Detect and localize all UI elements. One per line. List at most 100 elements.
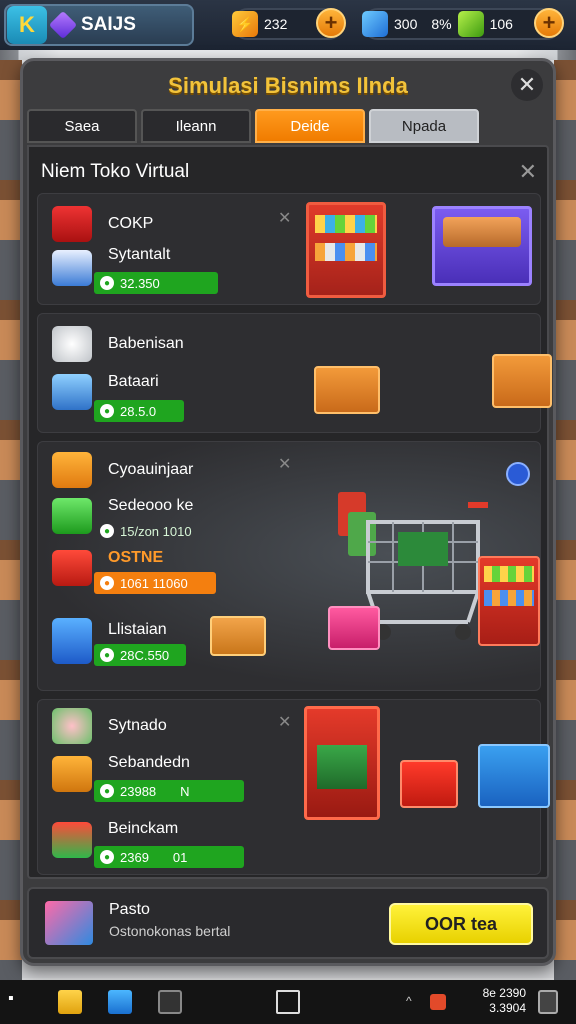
chevron-up-icon[interactable]: ^ xyxy=(406,994,420,1018)
blue-gems-value: 300 xyxy=(394,16,418,32)
list-item[interactable]: Sytnado xyxy=(52,708,167,744)
coin-icon: ● xyxy=(100,784,114,798)
remove-icon[interactable]: ✕ xyxy=(278,712,291,732)
dialog-title: Simulasi Bisnims Ilnda xyxy=(168,73,408,98)
add-gems-button[interactable]: + xyxy=(534,8,564,38)
battery-pack-icon xyxy=(52,374,92,410)
game-logo-icon: K xyxy=(7,6,47,44)
taskbar: ▪ ^ 8e 2390 3.3904 xyxy=(0,980,576,1024)
file-explorer-icon[interactable] xyxy=(58,990,82,1014)
tools-icon xyxy=(52,822,92,858)
price-value: 28.5.0 xyxy=(120,403,157,419)
red-bin-art xyxy=(400,760,458,808)
info-icon[interactable] xyxy=(506,462,530,486)
gift-box-icon xyxy=(45,901,93,945)
flower-tray-icon xyxy=(52,708,92,744)
store-card-2[interactable]: Babenisan Bataari ● 28.5.0 xyxy=(37,313,552,433)
close-icon[interactable]: ✕ xyxy=(511,69,543,101)
price-badge: ● 15/zon 1010 xyxy=(94,520,224,542)
store-icon[interactable] xyxy=(158,990,182,1014)
cotton-icon xyxy=(52,326,92,362)
red-shelf-art xyxy=(306,202,386,298)
vending-machine-art xyxy=(304,706,380,820)
footer-subtitle: Ostonokonas bertal xyxy=(109,923,231,939)
coins-counter: ⚡ 232 + xyxy=(232,8,346,40)
store-card-3[interactable]: Cyoauinjaar ✕ Sedeooo ke ● 15/zon 1010 OS… xyxy=(37,441,541,691)
price-extra: N xyxy=(180,783,190,799)
produce-crate-art xyxy=(210,616,266,656)
blue-cube-icon xyxy=(362,11,388,37)
coins-value: 232 xyxy=(264,16,288,32)
orange-box-icon xyxy=(52,452,92,488)
coin-icon: ⚡ xyxy=(232,11,258,37)
green-gems-value: 106 xyxy=(489,16,513,32)
item-label: Llistaian xyxy=(108,621,167,638)
blue-basket-art xyxy=(478,744,550,808)
list-item[interactable]: Cyoauinjaar xyxy=(52,452,193,488)
red-chest-icon xyxy=(52,550,92,586)
tab-deide[interactable]: Deide xyxy=(255,109,365,143)
tab-saea[interactable]: Saea xyxy=(27,109,137,143)
item-label: Sytantalt xyxy=(108,246,171,263)
coin-icon: ● xyxy=(100,850,114,864)
notification-icon[interactable] xyxy=(538,990,558,1014)
item-label: Babenisan xyxy=(108,335,184,352)
panel-title: Niem Toko Virtual xyxy=(41,161,190,182)
coin-icon: ● xyxy=(100,404,114,418)
gems-counter: 300 8% 106 + xyxy=(362,8,564,40)
coin-icon: ● xyxy=(100,276,114,290)
list-item[interactable]: Babenisan xyxy=(52,326,184,362)
store-card-4[interactable]: Sytnado ✕ Sebandedn ● 23988 N Beinckam ● 2… xyxy=(37,699,550,875)
price-badge: ● 28C.550 xyxy=(94,644,186,666)
price-badge: ● 2369 01 xyxy=(94,846,244,868)
tray-app-icon[interactable] xyxy=(430,994,446,1010)
list-item[interactable]: COKP xyxy=(52,206,153,242)
store-card-1[interactable]: COKP ✕ Sytantalt ● 32.350 xyxy=(37,193,541,305)
confirm-button[interactable]: OOR tea xyxy=(389,903,533,945)
windows-start-icon[interactable]: ▪ xyxy=(8,990,22,1014)
coin-icon: ● xyxy=(100,648,114,662)
clock-date: 3.3904 xyxy=(489,1001,526,1015)
price-badge: ● 28.5.0 xyxy=(94,400,184,422)
tab-npada[interactable]: Npada xyxy=(369,109,479,143)
price-value: 2369 xyxy=(120,849,149,865)
price-badge: ● 32.350 xyxy=(94,272,218,294)
item-label: Bataari xyxy=(108,373,159,390)
add-coins-button[interactable]: + xyxy=(316,8,346,38)
price-value: 1061 11060 xyxy=(120,575,188,591)
price-badge: ● 23988 N xyxy=(94,780,244,802)
coin-icon: ● xyxy=(100,524,114,538)
right-wall xyxy=(554,60,576,980)
price-badge: ● 1061 11060 xyxy=(94,572,216,594)
blue-can-icon xyxy=(52,618,92,664)
player-profile[interactable]: K SAIJS xyxy=(4,4,194,46)
item-label: Cyoauinjaar xyxy=(108,461,194,478)
clock-time: 8e 2390 xyxy=(482,986,526,1000)
green-cube-icon xyxy=(457,11,484,37)
orange-crate-art xyxy=(314,366,380,414)
footer-bar: Pasto Ostonokonas bertal OOR tea xyxy=(27,887,549,959)
left-wall xyxy=(0,60,22,980)
tab-ileann[interactable]: Ileann xyxy=(141,109,251,143)
pink-crate-art xyxy=(328,606,380,650)
clock[interactable]: 8e 2390 3.3904 xyxy=(483,986,526,1016)
snack-shelf-art xyxy=(478,556,540,646)
price-value: 28C.550 xyxy=(120,647,170,663)
gems-percent: 8% xyxy=(431,16,452,32)
panel-close-icon[interactable]: ✕ xyxy=(519,159,537,185)
photos-icon[interactable] xyxy=(108,990,132,1014)
store-panel: Niem Toko Virtual ✕ COKP ✕ Sytantalt ● 32… xyxy=(27,145,552,879)
red-box-icon xyxy=(52,206,92,242)
item-label: Beinckam xyxy=(108,820,179,837)
price-value: 23988 xyxy=(120,783,157,799)
remove-icon[interactable]: ✕ xyxy=(278,208,291,228)
remove-icon[interactable]: ✕ xyxy=(278,454,291,474)
price-value: 15/zon 1010 xyxy=(120,523,192,539)
top-bar: K SAIJS ⚡ 232 + 300 8% 106 + xyxy=(0,0,576,50)
footer-label: Pasto xyxy=(109,901,150,918)
price-value: 32.350 xyxy=(120,275,160,291)
orange-crate-art xyxy=(492,354,552,408)
home-icon[interactable] xyxy=(276,990,300,1014)
purple-gem-icon xyxy=(48,10,78,40)
coin-icon: ● xyxy=(100,576,114,590)
